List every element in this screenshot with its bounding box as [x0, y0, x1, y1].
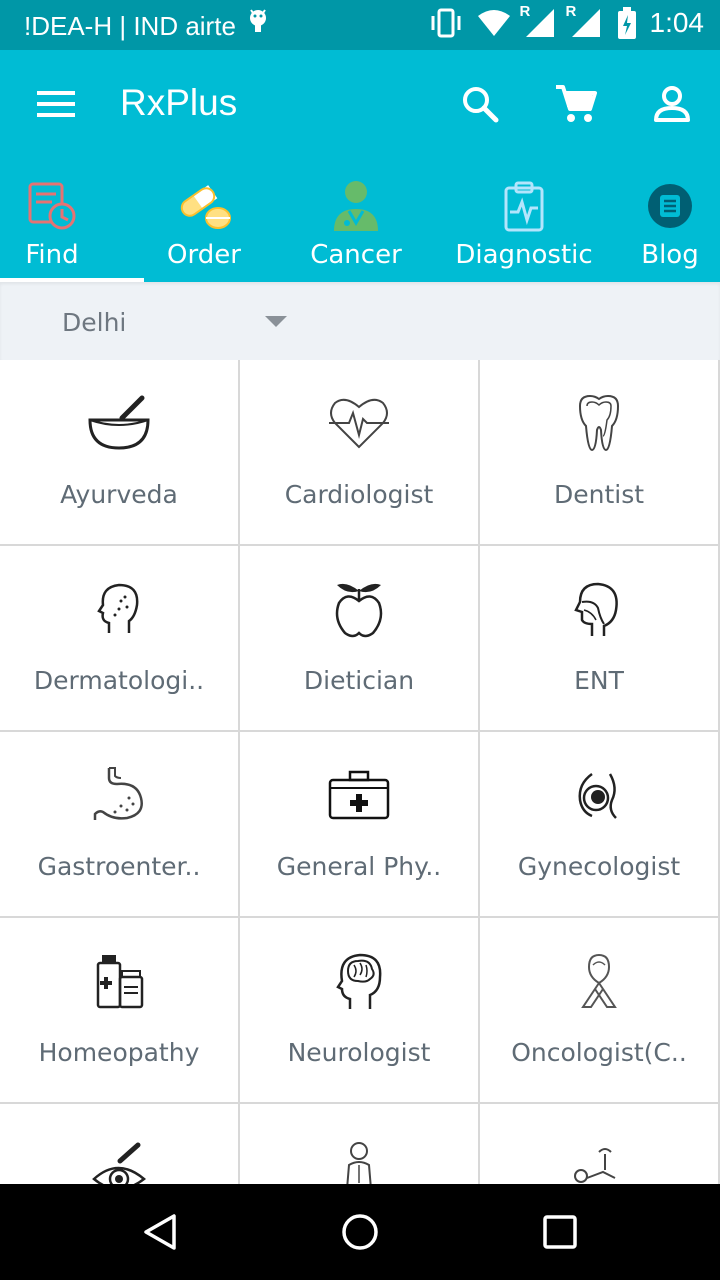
cart-icon — [554, 83, 598, 129]
first-aid-kit-icon — [240, 762, 478, 828]
stomach-icon — [0, 762, 238, 828]
speciality-tile-ayurveda[interactable]: Ayurveda — [0, 360, 240, 546]
status-right: R R 1:04 — [428, 3, 705, 40]
speciality-label: Dentist — [553, 480, 645, 509]
speciality-label: Homeopathy — [38, 1038, 200, 1067]
speciality-tile-oncologist[interactable]: Oncologist(C.. — [480, 918, 720, 1104]
apple-icon — [240, 576, 478, 642]
mortar-pestle-icon — [0, 390, 238, 456]
speciality-tile-dentist[interactable]: Dentist — [480, 360, 720, 546]
city-dropdown[interactable]: Delhi — [62, 302, 292, 342]
face-skin-icon — [0, 576, 238, 642]
android-icon — [246, 8, 270, 45]
search-button[interactable] — [454, 80, 506, 132]
clock-text: 1:04 — [649, 7, 705, 38]
tab-label-cancer: Cancer — [310, 240, 402, 270]
ribbon-icon — [480, 948, 718, 1014]
speciality-label: General Phy.. — [276, 852, 442, 881]
blog-icon — [642, 178, 698, 234]
head-ent-icon — [480, 576, 718, 642]
search-icon — [460, 84, 500, 128]
eye-dropper-icon — [0, 1134, 238, 1184]
city-value: Delhi — [62, 307, 127, 337]
home-button[interactable] — [336, 1210, 384, 1258]
home-icon — [340, 1212, 380, 1256]
speciality-tile-physiotherapist[interactable] — [480, 1104, 720, 1184]
tooth-icon — [480, 390, 718, 456]
status-bar: !DEA-H | IND airte R R 1:04 — [0, 0, 720, 50]
pills-icon — [176, 178, 232, 234]
pregnancy-icon — [480, 762, 718, 828]
speciality-tile-person[interactable] — [240, 1104, 480, 1184]
speciality-tile-cardiologist[interactable]: Cardiologist — [240, 360, 480, 546]
tab-label-order: Order — [167, 240, 241, 270]
signal-icon-1: R — [520, 3, 558, 39]
medicine-bottles-icon — [0, 948, 238, 1014]
tab-label-diagnostic: Diagnostic — [455, 240, 593, 270]
toolbar: RxPlus — [0, 50, 720, 162]
speciality-grid: Ayurveda Cardiologist Dentist Dermatolog… — [0, 360, 720, 1184]
app-title: RxPlus — [120, 82, 238, 123]
speciality-label: Gynecologist — [517, 852, 681, 881]
recents-icon — [542, 1214, 578, 1254]
speciality-tile-ent[interactable]: ENT — [480, 546, 720, 732]
speciality-tile-neurologist[interactable]: Neurologist — [240, 918, 480, 1104]
tab-label-find: Find — [25, 240, 79, 270]
speciality-label: Ayurveda — [60, 480, 178, 509]
physiotherapy-icon — [480, 1134, 718, 1184]
wifi-icon — [476, 8, 512, 38]
speciality-tile-gastroenterologist[interactable]: Gastroenter.. — [0, 732, 240, 918]
signal-icon-2: R — [566, 3, 604, 39]
speciality-label: Gastroenter.. — [37, 852, 201, 881]
status-left: !DEA-H | IND airte — [24, 8, 270, 45]
clipboard-ecg-icon — [496, 178, 552, 234]
recents-button[interactable] — [536, 1210, 584, 1258]
person-icon — [240, 1134, 478, 1184]
battery-icon — [616, 6, 638, 40]
app-bar: RxPlus Find Order Cancer Diagnostic Blog — [0, 50, 720, 282]
tab-diagnostic[interactable]: Diagnostic — [452, 162, 596, 282]
find-doctor-icon — [24, 178, 80, 234]
cart-button[interactable] — [550, 80, 602, 132]
tab-blog[interactable]: Blog — [630, 162, 710, 282]
back-button[interactable] — [136, 1210, 184, 1258]
heart-pulse-icon — [240, 390, 478, 456]
vibrate-icon — [428, 7, 464, 39]
signal-badge-2: R — [565, 3, 577, 20]
account-button[interactable] — [646, 80, 698, 132]
speciality-label: Dietician — [303, 666, 415, 695]
tab-label-blog: Blog — [641, 240, 699, 270]
speciality-tile-dietician[interactable]: Dietician — [240, 546, 480, 732]
speciality-label: Cardiologist — [284, 480, 434, 509]
dropdown-caret-icon — [265, 316, 287, 327]
speciality-tile-gynecologist[interactable]: Gynecologist — [480, 732, 720, 918]
speciality-tile-dermatologist[interactable]: Dermatologi.. — [0, 546, 240, 732]
speciality-tile-ophthalmologist[interactable] — [0, 1104, 240, 1184]
tab-order[interactable]: Order — [144, 162, 264, 282]
speciality-label: Oncologist(C.. — [511, 1038, 687, 1067]
speciality-tile-general-physician[interactable]: General Phy.. — [240, 732, 480, 918]
menu-button[interactable] — [30, 82, 82, 130]
menu-icon — [37, 90, 75, 122]
carrier-text: !DEA-H | IND airte — [24, 11, 236, 41]
city-bar: Delhi — [0, 282, 720, 360]
system-nav-bar — [0, 1184, 720, 1280]
speciality-label: ENT — [574, 666, 624, 695]
signal-badge-1: R — [519, 3, 531, 20]
brain-head-icon — [240, 948, 478, 1014]
speciality-label: Neurologist — [287, 1038, 431, 1067]
speciality-tile-homeopathy[interactable]: Homeopathy — [0, 918, 240, 1104]
speciality-label: Dermatologi.. — [33, 666, 205, 695]
tab-cancer[interactable]: Cancer — [296, 162, 416, 282]
category-tabs: Find Order Cancer Diagnostic Blog — [0, 162, 720, 282]
back-icon — [140, 1212, 180, 1256]
account-icon — [652, 84, 692, 128]
tab-find[interactable]: Find — [0, 162, 104, 282]
doctor-icon — [328, 178, 384, 234]
